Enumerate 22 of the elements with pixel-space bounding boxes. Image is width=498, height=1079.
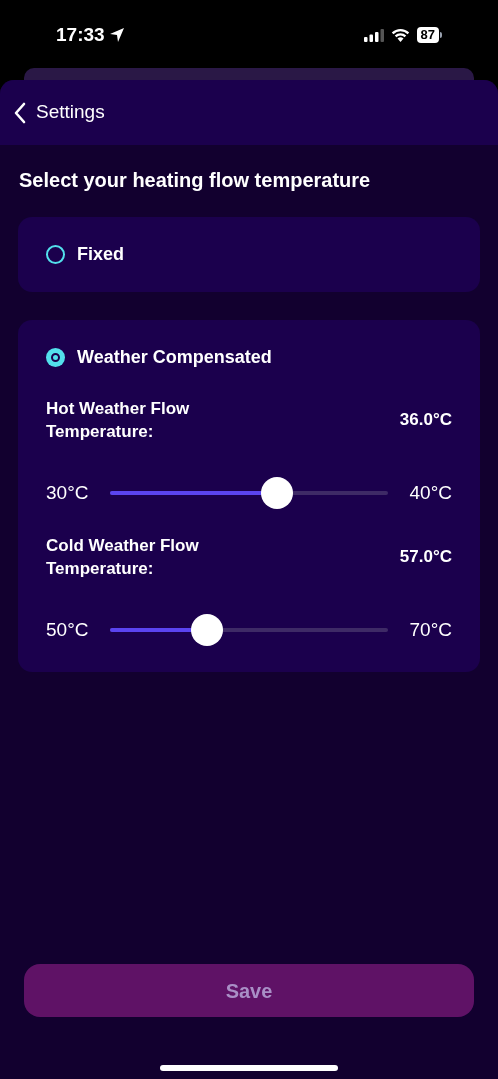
radio-button[interactable] <box>46 245 65 264</box>
battery-level: 87 <box>416 27 439 43</box>
slider-min-label: 30°C <box>46 481 90 505</box>
slider-max-label: 70°C <box>408 617 452 642</box>
slider-thumb[interactable] <box>191 613 224 646</box>
chevron-left-icon <box>14 101 26 124</box>
back-button[interactable]: Settings <box>14 98 105 127</box>
status-time: 17:33 <box>56 22 105 47</box>
page-title: Select your heating flow temperature <box>18 168 372 193</box>
wifi-icon <box>390 28 410 42</box>
setting-label: Cold Weather Flow Temperature: <box>46 534 200 580</box>
setting-value: 57.0°C <box>399 545 452 568</box>
setting-value: 36.0°C <box>399 409 452 432</box>
slider-thumb[interactable] <box>260 477 293 510</box>
radio-option[interactable]: Weather Compensated <box>46 344 272 371</box>
radio-option[interactable]: Fixed <box>46 241 124 268</box>
radio-button[interactable] <box>46 348 65 367</box>
slider-min-label: 50°C <box>46 617 90 642</box>
setting-label: Hot Weather Flow Temperature: <box>46 398 191 443</box>
location-arrow-icon <box>108 27 125 43</box>
signal-icon <box>363 28 384 42</box>
slider-max-label: 40°C <box>408 481 452 505</box>
